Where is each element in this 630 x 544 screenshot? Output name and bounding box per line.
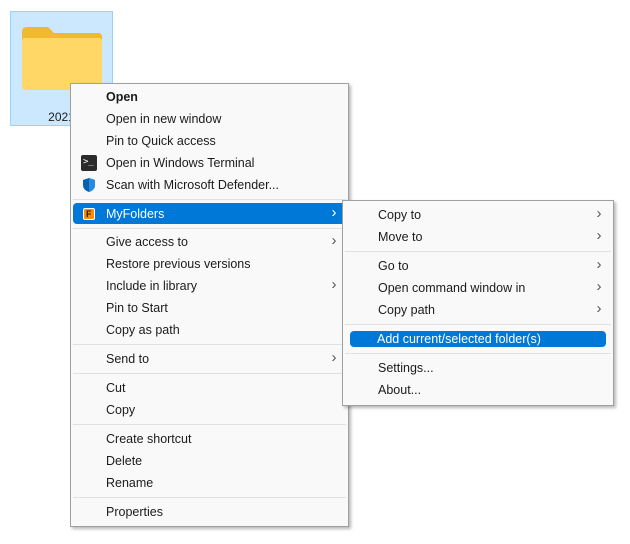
- menu-item-label: Add current/selected folder(s): [377, 332, 541, 346]
- menu-item-myfolders[interactable]: F MyFolders ›: [73, 203, 346, 224]
- chevron-right-icon: ›: [596, 227, 602, 244]
- submenu-item-add-current[interactable]: Add current/selected folder(s): [350, 331, 606, 347]
- menu-item-rename[interactable]: Rename: [73, 472, 346, 494]
- chevron-right-icon: ›: [596, 205, 602, 222]
- menu-item-label: Create shortcut: [106, 432, 192, 446]
- menu-item-open-terminal[interactable]: >_ Open in Windows Terminal: [73, 152, 346, 174]
- submenu-item-open-cmd[interactable]: Open command window in ›: [345, 277, 611, 299]
- menu-item-label: Pin to Start: [106, 301, 168, 315]
- menu-separator: [73, 344, 346, 345]
- menu-item-pin-start[interactable]: Pin to Start: [73, 297, 346, 319]
- menu-item-label: Open in Windows Terminal: [106, 156, 255, 170]
- defender-shield-icon: [83, 178, 95, 192]
- menu-separator: [73, 497, 346, 498]
- menu-item-label: Give access to: [106, 235, 188, 249]
- menu-item-label: Move to: [378, 230, 423, 244]
- menu-item-pin-quick-access[interactable]: Pin to Quick access: [73, 130, 346, 152]
- menu-item-label: Copy to: [378, 208, 422, 222]
- menu-item-label: Send to: [106, 352, 150, 366]
- menu-item-label: Copy path: [378, 303, 435, 317]
- menu-item-create-shortcut[interactable]: Create shortcut: [73, 428, 346, 450]
- menu-item-label: Properties: [106, 505, 163, 519]
- menu-item-delete[interactable]: Delete: [73, 450, 346, 472]
- menu-item-open-new-window[interactable]: Open in new window: [73, 108, 346, 130]
- menu-separator: [73, 199, 346, 200]
- menu-item-label: Delete: [106, 454, 143, 468]
- menu-item-label: MyFolders: [106, 207, 165, 221]
- menu-item-label: Restore previous versions: [106, 257, 251, 271]
- menu-item-scan-defender[interactable]: Scan with Microsoft Defender...: [73, 174, 346, 196]
- folder-icon: [22, 27, 102, 90]
- menu-item-cut[interactable]: Cut: [73, 377, 346, 399]
- chevron-right-icon: ›: [596, 256, 602, 273]
- context-menu: Open Open in new window Pin to Quick acc…: [70, 83, 349, 527]
- terminal-icon: >_: [81, 155, 97, 171]
- chevron-right-icon: ›: [331, 276, 337, 293]
- menu-separator: [73, 424, 346, 425]
- menu-item-copy-as-path[interactable]: Copy as path: [73, 319, 346, 341]
- chevron-right-icon: ›: [331, 204, 337, 221]
- submenu-item-copy-path[interactable]: Copy path ›: [345, 299, 611, 321]
- menu-item-label: Scan with Microsoft Defender...: [106, 178, 279, 192]
- menu-separator: [345, 324, 611, 325]
- menu-item-label: Copy as path: [106, 323, 180, 337]
- menu-item-give-access[interactable]: Give access to ›: [73, 231, 346, 253]
- menu-separator: [73, 373, 346, 374]
- menu-item-label: Open: [106, 90, 138, 104]
- menu-item-label: Cut: [106, 381, 126, 395]
- menu-item-label: Go to: [378, 259, 409, 273]
- menu-item-label: About...: [378, 383, 422, 397]
- submenu-item-move-to[interactable]: Move to ›: [345, 226, 611, 248]
- submenu-item-about[interactable]: About...: [345, 379, 611, 401]
- menu-item-open[interactable]: Open: [73, 86, 346, 108]
- menu-item-label: Rename: [106, 476, 154, 490]
- menu-item-label: Pin to Quick access: [106, 134, 216, 148]
- menu-item-label: Include in library: [106, 279, 198, 293]
- submenu-item-copy-to[interactable]: Copy to ›: [345, 204, 611, 226]
- menu-item-label: Copy: [106, 403, 136, 417]
- menu-item-send-to[interactable]: Send to ›: [73, 348, 346, 370]
- menu-separator: [345, 251, 611, 252]
- chevron-right-icon: ›: [331, 232, 337, 249]
- myfolders-icon: F: [83, 208, 95, 220]
- menu-item-label: Open in new window: [106, 112, 222, 126]
- menu-item-include-library[interactable]: Include in library ›: [73, 275, 346, 297]
- chevron-right-icon: ›: [596, 300, 602, 317]
- menu-separator: [73, 228, 346, 229]
- submenu-item-settings[interactable]: Settings...: [345, 357, 611, 379]
- menu-item-copy[interactable]: Copy: [73, 399, 346, 421]
- submenu-item-go-to[interactable]: Go to ›: [345, 255, 611, 277]
- chevron-right-icon: ›: [596, 278, 602, 295]
- menu-item-properties[interactable]: Properties: [73, 501, 346, 523]
- chevron-right-icon: ›: [331, 349, 337, 366]
- menu-item-label: Settings...: [378, 361, 434, 375]
- myfolders-submenu: Copy to › Move to › Go to › Open command…: [342, 200, 614, 406]
- menu-item-restore-versions[interactable]: Restore previous versions: [73, 253, 346, 275]
- menu-separator: [345, 353, 611, 354]
- menu-item-label: Open command window in: [378, 281, 526, 295]
